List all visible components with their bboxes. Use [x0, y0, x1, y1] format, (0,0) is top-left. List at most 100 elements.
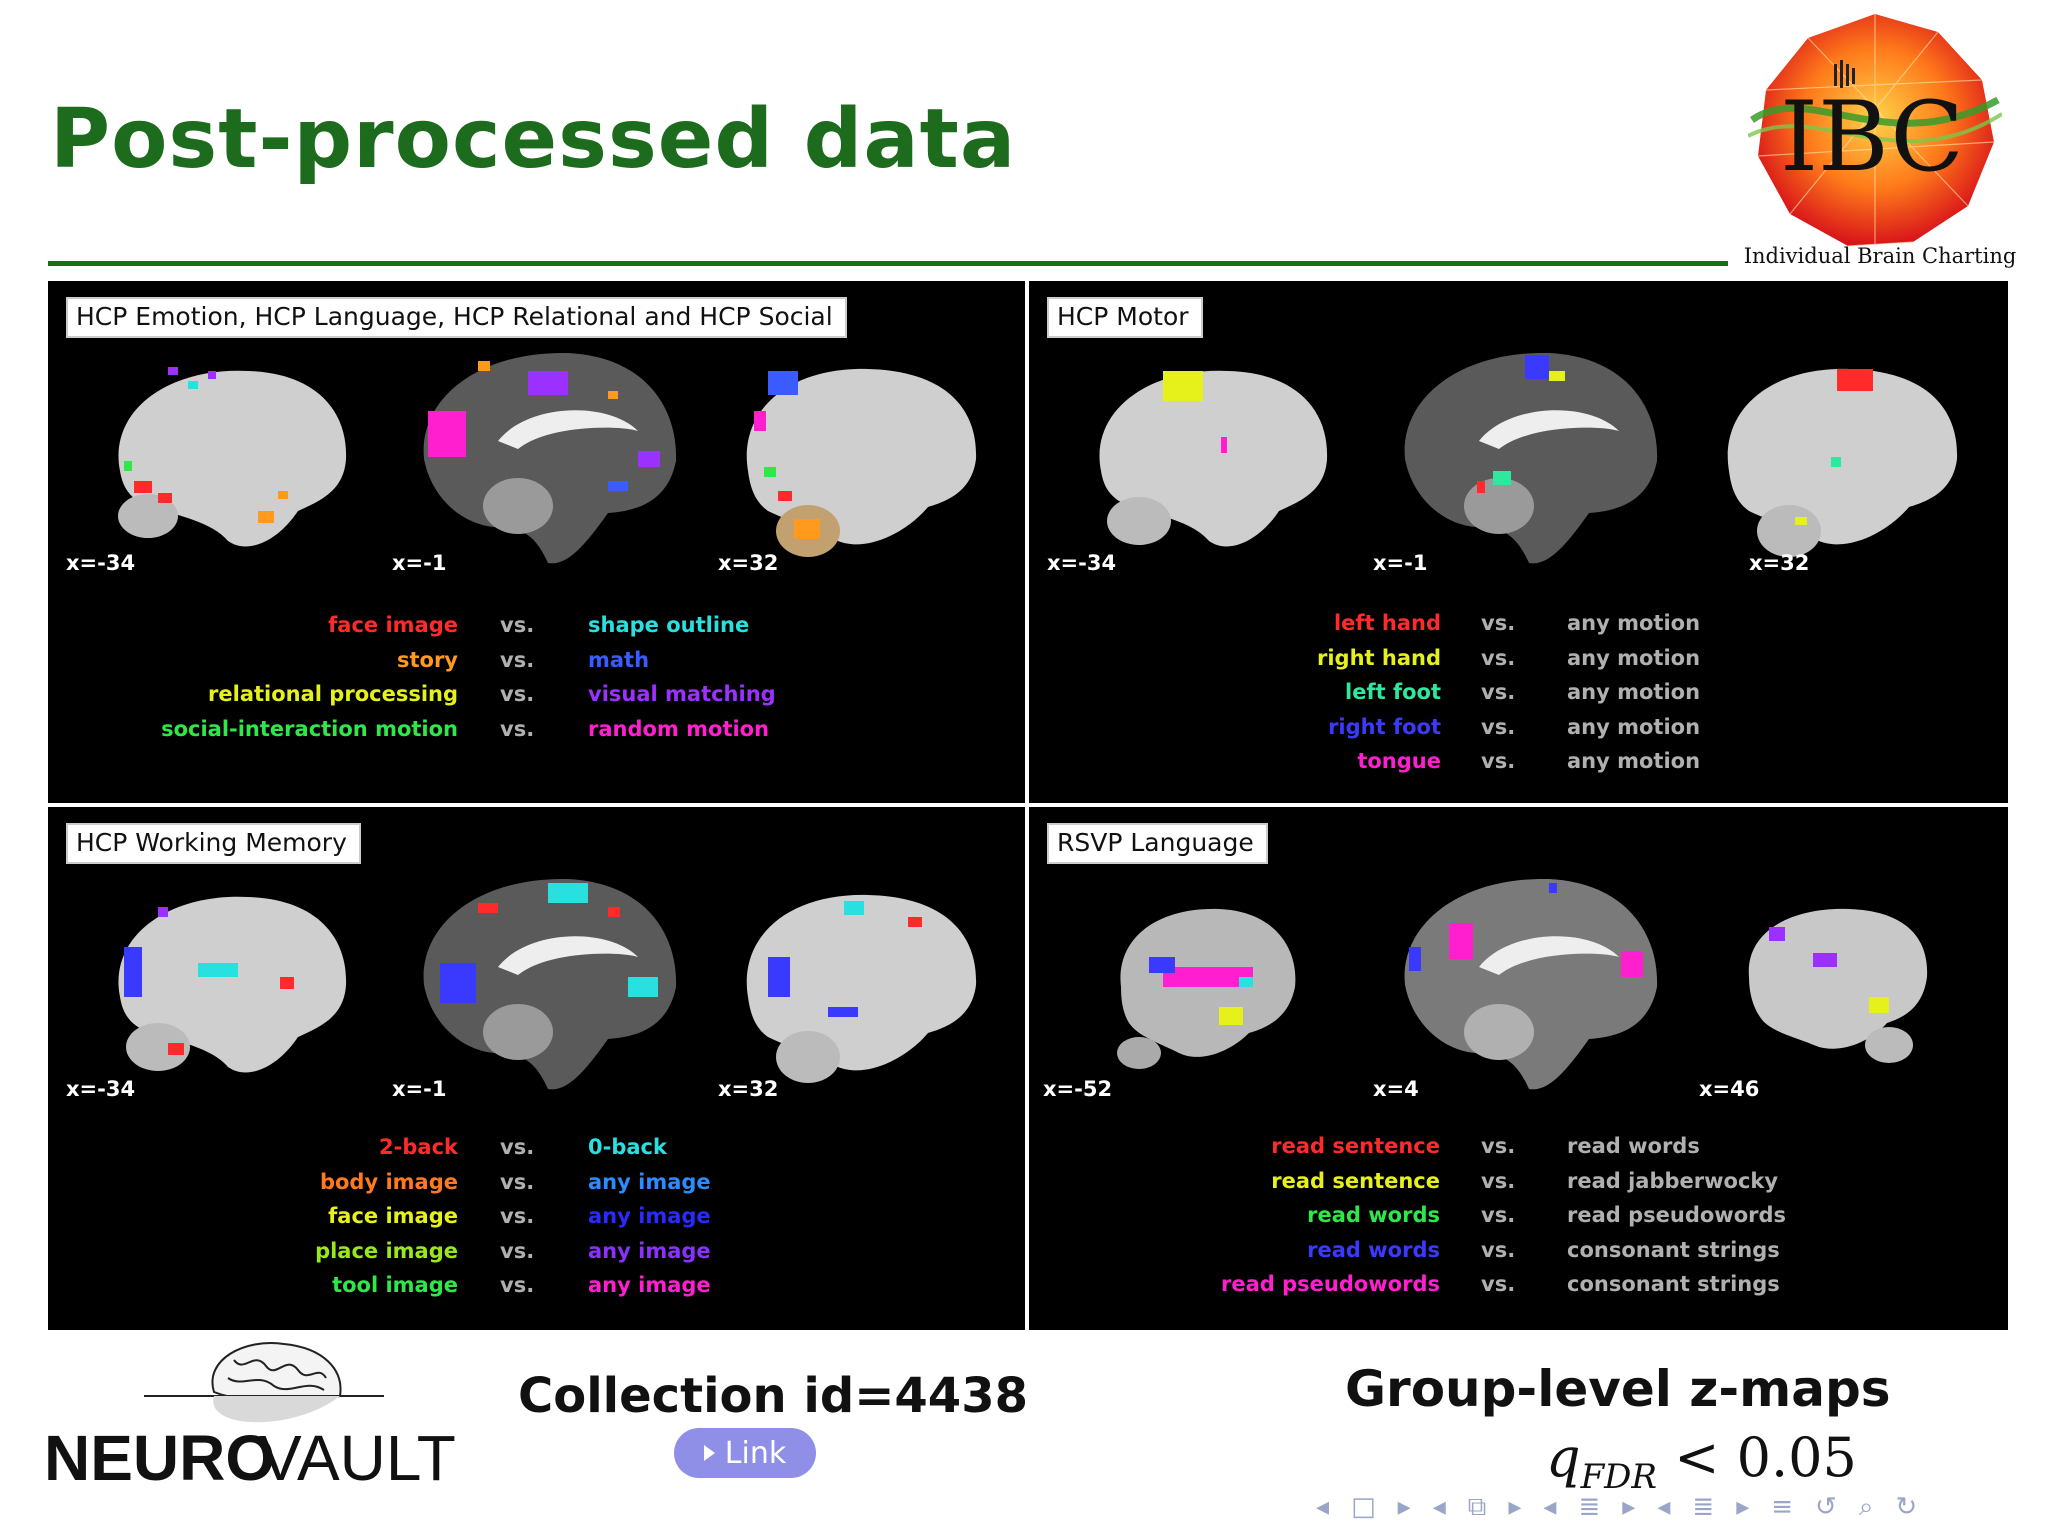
contrast-vs: vs. [1481, 749, 1516, 774]
play-icon [703, 1445, 715, 1461]
ibc-logo-letters: IBC [1780, 81, 1964, 193]
coord-label: x=32 [718, 1077, 779, 1101]
contrast-baseline: read pseudowords [1567, 1203, 1787, 1228]
coord-label: x=-34 [66, 551, 136, 575]
search-icon[interactable]: ⌕ [1859, 1492, 1874, 1523]
panel-title: HCP Working Memory [66, 823, 361, 864]
contrast-vs: vs. [500, 682, 535, 707]
title-rule [48, 261, 1728, 266]
contrast-condition: body image [319, 1169, 458, 1194]
coord-label: x=-52 [1043, 1077, 1113, 1101]
contrast-baseline: any image [588, 1169, 711, 1194]
contrast-baseline: math [588, 647, 650, 672]
contrast-condition: face image [328, 613, 458, 637]
contrast-baseline: visual matching [588, 682, 776, 707]
contrast-row: 2-back vs. 0-back [48, 1135, 1025, 1169]
panel-title: HCP Motor [1047, 297, 1203, 338]
brain-slice-mid [1404, 878, 1658, 1090]
arrow-left-icon[interactable]: ◂ [1657, 1492, 1670, 1522]
neurovault-word-light: VAULT [259, 1422, 456, 1494]
panel-hcp-emotion-language: HCP Emotion, HCP Language, HCP Relationa… [48, 281, 1025, 803]
contrast-row: read sentence vs. read jabberwocky [1029, 1169, 2008, 1203]
contrast-vs: vs. [500, 613, 535, 637]
contrast-condition: left hand [1333, 611, 1441, 635]
contrast-vs: vs. [1481, 714, 1516, 739]
arrow-right-icon[interactable]: ▸ [1736, 1492, 1749, 1522]
contrast-condition: 2-back [379, 1135, 458, 1159]
align-icon[interactable]: ≡ [1771, 1492, 1793, 1522]
contrast-baseline: any motion [1567, 680, 1701, 705]
arrow-left-icon[interactable]: ◂ [1316, 1492, 1329, 1522]
brain-slice-mid [423, 352, 677, 564]
contrast-vs: vs. [1481, 680, 1516, 705]
redo-icon[interactable]: ↻ [1895, 1492, 1917, 1522]
brain-slices [118, 878, 977, 1090]
contrast-baseline: any image [588, 1238, 711, 1263]
arrow-right-icon[interactable]: ▸ [1398, 1492, 1411, 1522]
contrast-baseline: consonant strings [1567, 1272, 1780, 1297]
coord-label: x=-34 [66, 1077, 136, 1101]
brain-slice-left [1117, 908, 1296, 1069]
contrast-vs: vs. [1481, 645, 1516, 670]
contrast-vs: vs. [500, 1273, 535, 1298]
subsection-icon[interactable]: ⧉ [1468, 1492, 1487, 1523]
contrast-vs: vs. [1481, 1203, 1516, 1228]
q-symbol: q [1546, 1426, 1581, 1489]
arrow-left-icon[interactable]: ◂ [1543, 1492, 1556, 1522]
frame-icon[interactable]: □ [1351, 1492, 1376, 1522]
contrast-condition: story [396, 647, 458, 672]
contrast-row: place image vs. any image [48, 1239, 1025, 1273]
contrast-row: tongue vs. any motion [1029, 749, 2008, 783]
section-icon[interactable]: ≣ [1578, 1492, 1600, 1522]
collection-id: Collection id=4438 [518, 1368, 1028, 1424]
coord-label: x=32 [1749, 551, 1810, 575]
brain-slice-right [746, 894, 977, 1083]
brain-slices [118, 352, 977, 564]
contrast-condition: read pseudowords [1220, 1272, 1440, 1297]
contrast-vs: vs. [1481, 1168, 1516, 1193]
slide-title: Post-processed data [50, 92, 1017, 187]
contrast-condition: right foot [1328, 714, 1441, 739]
contrast-row: read pseudowords vs. consonant strings [1029, 1272, 2008, 1306]
contrast-baseline: 0-back [588, 1135, 667, 1159]
brain-slice-left [118, 896, 347, 1073]
fdr-threshold: qFDR < 0.05 [1546, 1426, 1857, 1497]
ibc-logo: IBC [1748, 14, 2002, 247]
contrast-condition: read sentence [1271, 1168, 1440, 1193]
contrast-condition: read words [1307, 1203, 1440, 1228]
contrast-row: left hand vs. any motion [1029, 611, 2008, 645]
contrast-condition: relational processing [208, 682, 458, 707]
brain-slice-left [118, 367, 347, 547]
contrast-row: face image vs. shape outline [48, 613, 1025, 647]
contrast-baseline: any motion [1567, 645, 1701, 670]
figure-grid: HCP Emotion, HCP Language, HCP Relationa… [48, 281, 2008, 1330]
brain-slices [1099, 352, 1958, 564]
contrast-row: read sentence vs. read words [1029, 1134, 2008, 1168]
coord-label: x=4 [1373, 1077, 1419, 1101]
contrast-vs: vs. [1481, 1237, 1516, 1262]
contrast-vs: vs. [500, 1204, 535, 1229]
arrow-right-icon[interactable]: ▸ [1622, 1492, 1635, 1522]
contrast-condition: read sentence [1271, 1134, 1440, 1158]
undo-icon[interactable]: ↺ [1815, 1492, 1837, 1522]
beamer-nav-bar: ◂ □ ▸ ◂ ⧉ ▸ ◂ ≣ ▸ ◂ ≣ ▸ ≡ ↺ ⌕ ↻ [1316, 1490, 1917, 1524]
contrast-row: read words vs. read pseudowords [1029, 1203, 2008, 1237]
panel-hcp-working-memory: HCP Working Memory x=-34 x=-1 x=32 2-bac… [48, 807, 1025, 1330]
arrow-left-icon[interactable]: ◂ [1433, 1492, 1446, 1522]
neurovault-word-bold: NEURO [44, 1422, 275, 1494]
contrast-vs: vs. [1481, 611, 1516, 635]
contrast-condition: place image [315, 1238, 458, 1263]
contrast-row: social-interaction motion vs. random motio… [48, 717, 1025, 751]
brain-slice-mid [423, 878, 677, 1090]
group-level-title: Group-level z-maps [1345, 1360, 1891, 1418]
link-button[interactable]: Link [674, 1428, 816, 1478]
contrast-row: body image vs. any image [48, 1170, 1025, 1204]
contrast-baseline: random motion [588, 716, 770, 741]
slide-icon[interactable]: ≣ [1692, 1492, 1714, 1522]
arrow-right-icon[interactable]: ▸ [1508, 1492, 1521, 1522]
contrast-vs: vs. [500, 647, 535, 672]
coord-label: x=-34 [1047, 551, 1117, 575]
brain-slice-right [1727, 368, 1958, 557]
link-label: Link [724, 1435, 787, 1471]
brain-slice-right [746, 368, 977, 557]
